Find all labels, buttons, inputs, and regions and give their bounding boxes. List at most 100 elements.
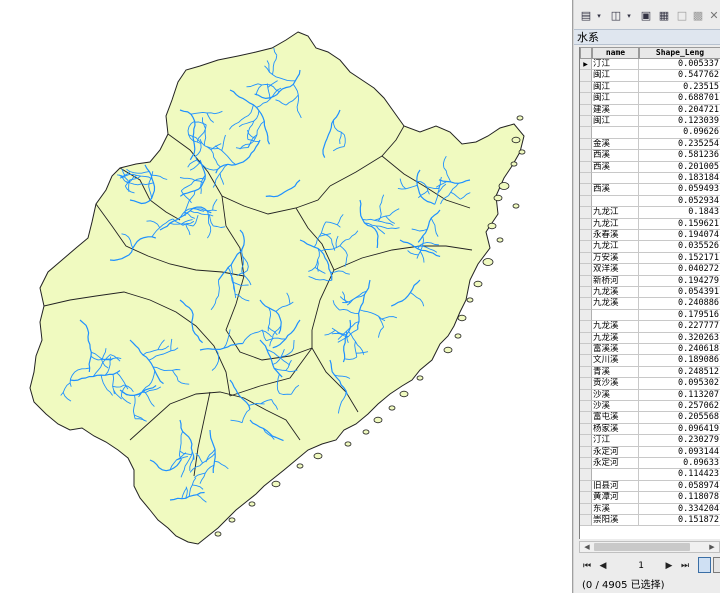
table-row[interactable]: 闽江 0.688701	[580, 93, 720, 105]
table-row[interactable]: 0.052934	[580, 195, 720, 208]
cell-shape-leng[interactable]: 0.1843	[639, 207, 720, 219]
table-row[interactable]: 九龙溪 0.320263	[580, 332, 720, 344]
cell-name[interactable]: 新桥河	[592, 275, 639, 287]
cell-shape-leng[interactable]: 0.152171	[639, 253, 720, 265]
cell-name[interactable]	[592, 127, 639, 139]
table-row[interactable]: 文川溪 0.189086	[580, 355, 720, 367]
cell-shape-leng[interactable]: 0.581236	[639, 150, 720, 162]
row-selector[interactable]	[580, 230, 592, 242]
cell-name[interactable]	[592, 173, 639, 185]
show-all-records-icon[interactable]	[698, 557, 711, 573]
row-selector[interactable]	[580, 515, 592, 527]
cell-name[interactable]: 沙溪	[592, 389, 639, 401]
table-row[interactable]: 0.179516	[580, 309, 720, 322]
cell-shape-leng[interactable]: 0.159621	[639, 219, 720, 230]
cell-name[interactable]: 崇阳溪	[592, 515, 639, 527]
row-selector[interactable]	[580, 150, 592, 162]
table-row[interactable]: 新桥河 0.194279	[580, 275, 720, 287]
cell-shape-leng[interactable]: 0.240886	[639, 298, 720, 310]
zoom-to-selected-icon[interactable]: ▩	[690, 8, 706, 24]
cell-shape-leng[interactable]: 0.183184	[639, 173, 720, 185]
table-row[interactable]: 0.183184	[580, 173, 720, 185]
cell-shape-leng[interactable]: 0.204721	[639, 105, 720, 116]
attribute-grid[interactable]: name Shape_Leng ▶ 汀江 0.005337 闽江 0.547762 闽江 0…	[579, 47, 720, 539]
table-row[interactable]: 九龙溪 0.054391	[580, 287, 720, 299]
cell-name[interactable]: 文川溪	[592, 355, 639, 367]
table-row[interactable]: 建溪 0.204721	[580, 104, 720, 116]
row-selector[interactable]	[580, 366, 592, 379]
cell-shape-leng[interactable]: 0.114423	[639, 469, 720, 481]
table-row[interactable]: 永定河 0.093144	[580, 446, 720, 458]
cell-shape-leng[interactable]: 0.123039	[639, 116, 720, 128]
row-selector[interactable]	[580, 70, 592, 82]
cell-shape-leng[interactable]: 0.09633	[639, 458, 720, 470]
cell-name[interactable]: 西溪	[592, 150, 639, 162]
cell-name[interactable]: 闽江	[592, 70, 639, 82]
cell-shape-leng[interactable]: 0.096419	[639, 424, 720, 436]
table-row[interactable]: 永春溪 0.194074	[580, 230, 720, 242]
table-row[interactable]: 双洋溪 0.040272	[580, 264, 720, 276]
row-selector[interactable]	[580, 275, 592, 287]
row-selector-header[interactable]	[580, 47, 592, 59]
chevron-down-icon[interactable]: ▾	[621, 8, 637, 24]
row-selector[interactable]	[580, 458, 592, 470]
cell-shape-leng[interactable]: 0.257062	[639, 401, 720, 413]
row-selector[interactable]	[580, 503, 592, 515]
next-record-icon[interactable]: ▶	[662, 558, 676, 574]
cell-name[interactable]: 闽江	[592, 116, 639, 128]
scroll-right-icon[interactable]: ▶	[706, 542, 718, 552]
row-selector[interactable]	[580, 401, 592, 413]
cell-name[interactable]: 黄潭河	[592, 492, 639, 504]
cell-shape-leng[interactable]: 0.201005	[639, 162, 720, 173]
row-selector[interactable]	[580, 161, 592, 173]
table-row[interactable]: 西溪 0.201005	[580, 161, 720, 173]
cell-name[interactable]	[592, 309, 639, 322]
row-selector[interactable]	[580, 218, 592, 230]
row-selector[interactable]	[580, 127, 592, 139]
cell-shape-leng[interactable]: 0.688701	[639, 93, 720, 105]
cell-shape-leng[interactable]: 0.194074	[639, 230, 720, 242]
cell-shape-leng[interactable]: 0.179516	[639, 310, 720, 322]
cell-name[interactable]: 金溪	[592, 138, 639, 151]
cell-shape-leng[interactable]: 0.09626	[639, 127, 720, 139]
cell-shape-leng[interactable]: 0.054391	[639, 287, 720, 299]
row-selector[interactable]	[580, 195, 592, 208]
row-selector[interactable]	[580, 287, 592, 299]
cell-name[interactable]: 闽江	[592, 81, 639, 94]
cell-name[interactable]: 富屯溪	[592, 412, 639, 424]
table-tab-title[interactable]: 水系	[574, 29, 720, 45]
cell-shape-leng[interactable]: 0.334204	[639, 504, 720, 515]
row-selector[interactable]	[580, 309, 592, 322]
table-row[interactable]: 闽江 0.547762	[580, 70, 720, 82]
last-record-icon[interactable]: ⏭	[678, 558, 692, 574]
cell-name[interactable]: 汀江	[592, 59, 639, 71]
cell-shape-leng[interactable]: 0.189086	[639, 355, 720, 367]
cell-name[interactable]: 贡沙溪	[592, 378, 639, 390]
cell-name[interactable]: 万安溪	[592, 252, 639, 265]
cell-shape-leng[interactable]: 0.227777	[639, 321, 720, 333]
cell-name[interactable]: 富溪溪	[592, 344, 639, 356]
cell-shape-leng[interactable]: 0.005337	[639, 59, 720, 71]
table-row[interactable]: 九龙溪 0.240886	[580, 298, 720, 310]
table-row[interactable]: ▶ 汀江 0.005337	[580, 59, 720, 71]
row-selector[interactable]	[580, 389, 592, 401]
cell-shape-leng[interactable]: 0.23515	[639, 82, 720, 94]
cell-shape-leng[interactable]: 0.059493	[639, 184, 720, 196]
cell-name[interactable]: 九龙溪	[592, 332, 639, 344]
chevron-down-icon[interactable]: ▾	[591, 8, 607, 24]
row-selector[interactable]	[580, 207, 592, 219]
table-row[interactable]: 九龙江 0.1843	[580, 207, 720, 219]
delete-selected-icon[interactable]: ✕	[706, 8, 720, 24]
row-selector[interactable]	[580, 332, 592, 344]
row-selector[interactable]	[580, 378, 592, 390]
row-selector[interactable]	[580, 138, 592, 151]
cell-name[interactable]: 九龙溪	[592, 298, 639, 310]
table-row[interactable]: 九龙江 0.035526	[580, 241, 720, 253]
cell-name[interactable]: 青溪	[592, 366, 639, 379]
row-selector[interactable]	[580, 264, 592, 276]
row-selector[interactable]	[580, 435, 592, 447]
table-row[interactable]: 九龙江 0.159621	[580, 218, 720, 230]
table-row[interactable]: 富屯溪 0.205568	[580, 412, 720, 424]
table-row[interactable]: 崇阳溪 0.151872	[580, 515, 720, 527]
row-selector[interactable]	[580, 355, 592, 367]
